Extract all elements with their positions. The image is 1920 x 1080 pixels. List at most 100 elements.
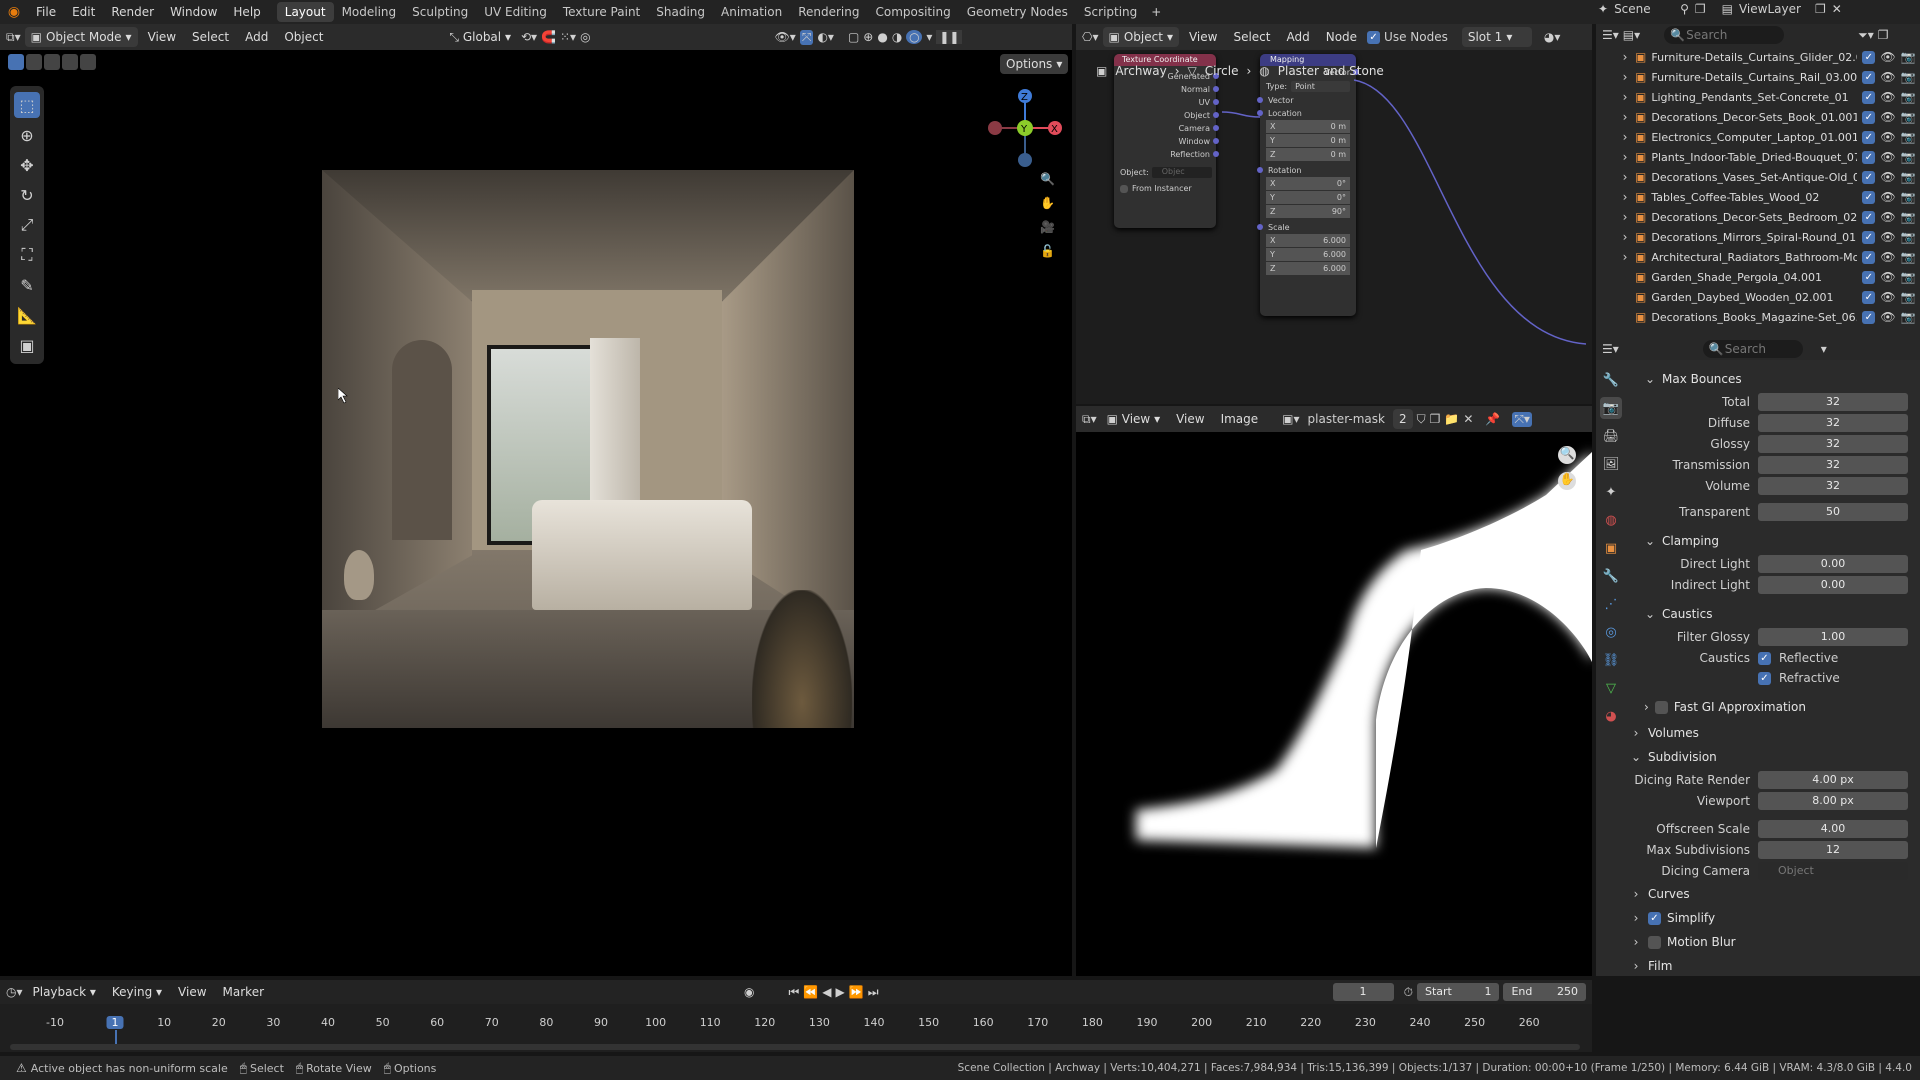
glossy-field[interactable]: 32 bbox=[1758, 435, 1908, 453]
node-editor-type-icon[interactable]: ⎔▾ bbox=[1082, 30, 1099, 44]
panel-caustics[interactable]: ⌄ Caustics bbox=[1644, 603, 1910, 625]
from-instancer-checkbox[interactable] bbox=[1120, 184, 1128, 193]
camera-render-icon[interactable]: 📷 bbox=[1901, 130, 1916, 144]
tc-socket-camera[interactable] bbox=[1213, 125, 1219, 131]
image-pan-icon[interactable]: ✋ bbox=[1558, 472, 1576, 490]
properties-search-field[interactable]: 🔍 Search bbox=[1702, 340, 1803, 358]
breadcrumb-circle[interactable]: Circle bbox=[1205, 64, 1239, 78]
scale-x-field[interactable]: X 6.000 bbox=[1266, 234, 1350, 247]
material-sphere-icon[interactable]: ◕▾ bbox=[1544, 30, 1561, 44]
playback-menu[interactable]: Playback ▾ bbox=[27, 982, 102, 1002]
scale-z-field[interactable]: Z 6.000 bbox=[1266, 262, 1350, 275]
scale-y-field[interactable]: Y 6.000 bbox=[1266, 248, 1350, 261]
timeline-ruler[interactable]: -10 1 10 20 30 40 50 60 70 80 90 100 110 120 130 140 150… bbox=[0, 1006, 1592, 1044]
rotate-tool-icon[interactable]: ↻ bbox=[14, 182, 40, 208]
image-view-mode[interactable]: ▣ View ▾ bbox=[1101, 409, 1167, 429]
vp-menu-object[interactable]: Object bbox=[278, 27, 329, 47]
expand-arrow-icon[interactable]: › bbox=[1620, 90, 1630, 104]
simplify-checkbox[interactable]: ✓ bbox=[1648, 911, 1661, 925]
camera-view-icon[interactable]: 🎥 bbox=[1040, 220, 1055, 234]
rot-x-field[interactable]: X 0° bbox=[1266, 177, 1350, 190]
motion-blur-checkbox[interactable] bbox=[1648, 935, 1661, 949]
snap-target-icon[interactable]: ⁙▾ bbox=[560, 30, 576, 44]
gizmo-icon[interactable]: ⤧ bbox=[799, 29, 814, 45]
exclude-checkbox[interactable]: ✓ bbox=[1862, 290, 1876, 304]
modifier-tab-icon[interactable]: 🔧 bbox=[1600, 565, 1622, 587]
workspace-tab-scripting[interactable]: Scripting bbox=[1076, 2, 1145, 22]
use-nodes-checkbox[interactable]: ✓ bbox=[1367, 30, 1381, 44]
camera-render-icon[interactable]: 📷 bbox=[1901, 190, 1916, 204]
viewlayer-name[interactable]: ViewLayer bbox=[1739, 2, 1809, 16]
transform-tool-icon[interactable]: ⛶ bbox=[14, 242, 40, 268]
outliner-item[interactable]: › ▣ Decorations_Decor-Sets_Book_01.001 ✓ 👁 📷 bbox=[1620, 107, 1920, 127]
properties-options-icon[interactable]: ▾ bbox=[1821, 342, 1827, 356]
reflective-checkbox[interactable]: ✓ bbox=[1758, 651, 1771, 665]
eye-icon[interactable]: 👁 bbox=[1880, 310, 1895, 324]
workspace-tab-texture-paint[interactable]: Texture Paint bbox=[555, 2, 648, 22]
exclude-checkbox[interactable]: ✓ bbox=[1862, 270, 1876, 284]
diffuse-field[interactable]: 32 bbox=[1758, 414, 1908, 432]
material-tab-icon[interactable]: ◕ bbox=[1600, 705, 1622, 727]
end-frame-field[interactable]: End 250 bbox=[1503, 983, 1586, 1001]
prev-keyframe-icon[interactable]: ⏪ bbox=[803, 985, 818, 999]
play-reverse-icon[interactable]: ◀ bbox=[822, 985, 831, 999]
editor-type-icon[interactable]: ⧉▾ bbox=[6, 30, 21, 45]
exclude-checkbox[interactable]: ✓ bbox=[1862, 70, 1876, 84]
next-keyframe-icon[interactable]: ⏩ bbox=[849, 985, 864, 999]
mode-selector[interactable]: ▣ Object Mode ▾ bbox=[24, 27, 138, 47]
wireframe-shading-icon[interactable]: ⊕ bbox=[863, 30, 873, 44]
object-tab-icon[interactable]: ▣ bbox=[1600, 537, 1622, 559]
camera-render-icon[interactable]: 📷 bbox=[1901, 70, 1916, 84]
annotate-tool-icon[interactable]: ✎ bbox=[14, 272, 40, 298]
expand-arrow-icon[interactable]: › bbox=[1620, 210, 1630, 224]
image-name[interactable]: plaster-mask bbox=[1304, 412, 1389, 426]
dicing-camera-field[interactable]: Object bbox=[1758, 862, 1908, 880]
data-tab-icon[interactable]: ▽ bbox=[1600, 677, 1622, 699]
tc-socket-window[interactable] bbox=[1213, 138, 1219, 144]
tc-object-field[interactable]: Objec bbox=[1151, 167, 1212, 178]
constraints-tab-icon[interactable]: ⛓ bbox=[1600, 649, 1622, 671]
outliner-item[interactable]: ▣ Garden_Shade_Pergola_04.001 ✓ 👁 📷 bbox=[1620, 267, 1920, 287]
rot-z-field[interactable]: Z 90° bbox=[1266, 205, 1350, 218]
scale-tool-icon[interactable]: ⤢ bbox=[14, 212, 40, 238]
new-image-icon[interactable]: ❐ bbox=[1430, 412, 1441, 426]
panel-simplify[interactable]: › ✓ Simplify bbox=[1630, 907, 1910, 929]
open-image-icon[interactable]: 📁 bbox=[1444, 412, 1459, 426]
visibility-icon[interactable]: 👁▾ bbox=[775, 30, 796, 44]
camera-render-icon[interactable]: 📷 bbox=[1901, 170, 1916, 184]
outliner-item[interactable]: › ▣ Electronics_Computer_Laptop_01.001 ✓ 👁 📷 bbox=[1620, 127, 1920, 147]
proportional-edit-icon[interactable]: ◎ bbox=[580, 30, 590, 44]
indirect-light-field[interactable]: 0.00 bbox=[1758, 576, 1908, 594]
camera-render-icon[interactable]: 📷 bbox=[1901, 150, 1916, 164]
tc-socket-uv[interactable] bbox=[1213, 99, 1219, 105]
menu-window[interactable]: Window bbox=[162, 5, 225, 19]
node-menu-select[interactable]: Select bbox=[1227, 27, 1276, 47]
direct-light-field[interactable]: 0.00 bbox=[1758, 555, 1908, 573]
node-menu-view[interactable]: View bbox=[1183, 27, 1223, 47]
cursor-tool-icon[interactable]: ⊕ bbox=[14, 122, 40, 148]
outliner-item[interactable]: › ▣ Tables_Coffee-Tables_Wood_02 ✓ 👁 📷 bbox=[1620, 187, 1920, 207]
vp-menu-add[interactable]: Add bbox=[239, 27, 274, 47]
eye-icon[interactable]: 👁 bbox=[1880, 290, 1895, 304]
subdiv-2-field[interactable]: 4.00 bbox=[1758, 820, 1908, 838]
expand-arrow-icon[interactable]: › bbox=[1620, 110, 1630, 124]
menu-file[interactable]: File bbox=[28, 5, 64, 19]
exclude-checkbox[interactable]: ✓ bbox=[1862, 170, 1876, 184]
view-layer-tab-icon[interactable]: 🖼 bbox=[1600, 453, 1622, 475]
expand-arrow-icon[interactable]: › bbox=[1620, 250, 1630, 264]
properties-type-icon[interactable]: ☰▾ bbox=[1602, 342, 1619, 356]
camera-render-icon[interactable]: 📷 bbox=[1901, 90, 1916, 104]
tc-socket-reflection[interactable] bbox=[1213, 151, 1219, 157]
select-box-tool-icon[interactable]: ⬚ bbox=[14, 92, 40, 118]
current-frame-indicator[interactable]: 1 bbox=[106, 1016, 124, 1029]
select-intersect-icon[interactable] bbox=[80, 54, 96, 70]
exclude-checkbox[interactable]: ✓ bbox=[1862, 130, 1876, 144]
total-field[interactable]: 32 bbox=[1758, 393, 1908, 411]
expand-arrow-icon[interactable]: › bbox=[1620, 170, 1630, 184]
camera-render-icon[interactable]: 📷 bbox=[1901, 210, 1916, 224]
new-scene-icon[interactable]: ❐ bbox=[1695, 2, 1706, 16]
image-gizmo-icon[interactable]: ⤧▾ bbox=[1512, 411, 1532, 427]
camera-render-icon[interactable]: 📷 bbox=[1901, 290, 1916, 304]
vp-menu-select[interactable]: Select bbox=[186, 27, 235, 47]
workspace-tab-geometry-nodes[interactable]: Geometry Nodes bbox=[959, 2, 1076, 22]
